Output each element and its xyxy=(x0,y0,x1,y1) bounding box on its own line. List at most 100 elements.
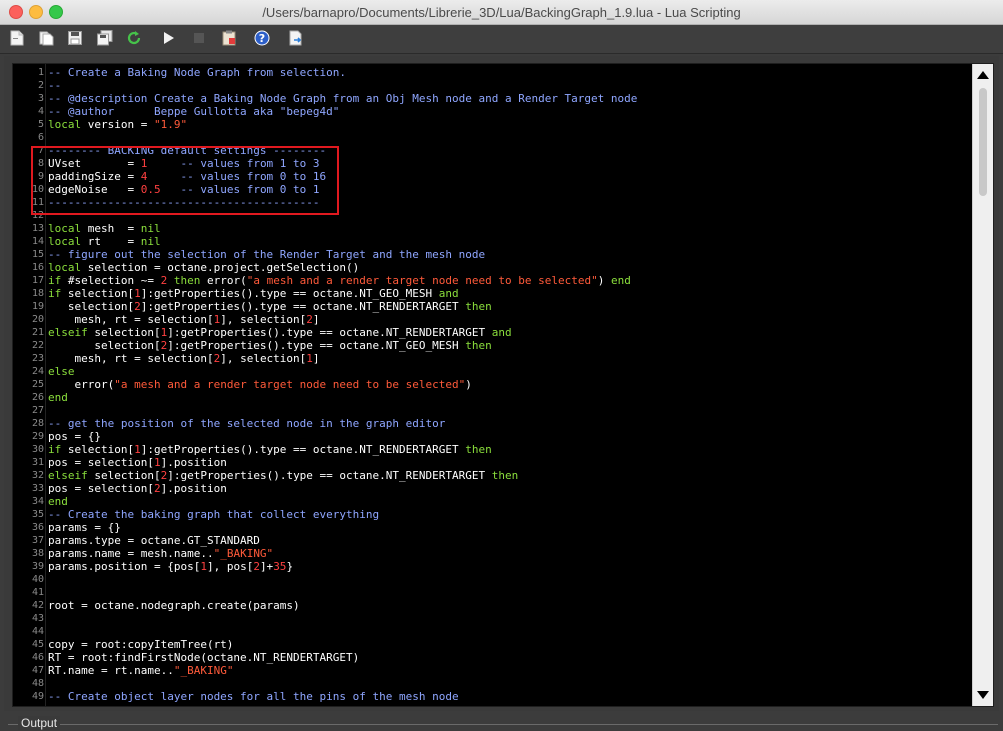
line-number: 26 xyxy=(31,392,44,403)
code-line[interactable]: end xyxy=(48,391,68,404)
line-number: 48 xyxy=(31,678,44,689)
line-number: 46 xyxy=(31,652,44,663)
clipboard-icon xyxy=(222,30,236,46)
line-number: 19 xyxy=(31,301,44,312)
code-editor[interactable]: 1 2 3 4 5 6 7 8 9 10 11 12 13 14 15 16 17 18 19 20 21 22 23 24 2… xyxy=(12,63,994,707)
line-number: 16 xyxy=(31,262,44,273)
line-number: 22 xyxy=(31,340,44,351)
line-number: 23 xyxy=(31,353,44,364)
line-number: 6 xyxy=(37,132,44,143)
code-line[interactable]: end xyxy=(48,495,68,508)
code-line[interactable]: params = {} xyxy=(48,521,121,534)
code-line[interactable]: if #selection ~= 2 then error("a mesh an… xyxy=(48,274,631,287)
line-number: 25 xyxy=(31,379,44,390)
code-line[interactable]: RT = root:findFirstNode(octane.NT_RENDER… xyxy=(48,651,359,664)
code-line[interactable]: local mesh = nil xyxy=(48,222,161,235)
line-number: 47 xyxy=(31,665,44,676)
line-number: 3 xyxy=(37,93,44,104)
line-number: 5 xyxy=(37,119,44,130)
code-line[interactable]: error("a mesh and a render target node n… xyxy=(48,378,471,391)
line-number: 49 xyxy=(31,691,44,702)
reload-icon xyxy=(127,31,141,45)
code-line[interactable]: params.name = mesh.name.."_BAKING" xyxy=(48,547,273,560)
code-line[interactable]: -- Create a Baking Node Graph from selec… xyxy=(48,66,346,79)
line-number: 44 xyxy=(31,626,44,637)
line-number: 18 xyxy=(31,288,44,299)
code-line[interactable]: -- @description Create a Baking Node Gra… xyxy=(48,92,637,105)
stop-button[interactable] xyxy=(190,29,208,47)
line-number: 37 xyxy=(31,535,44,546)
code-line[interactable]: root = octane.nodegraph.create(params) xyxy=(48,599,300,612)
export-icon xyxy=(289,30,302,46)
code-line[interactable]: else xyxy=(48,365,75,378)
scrollbar-thumb[interactable] xyxy=(979,88,987,196)
line-number: 21 xyxy=(31,327,44,338)
line-number: 32 xyxy=(31,470,44,481)
code-line[interactable]: selection[2]:getProperties().type == oct… xyxy=(48,300,492,313)
line-number: 34 xyxy=(31,496,44,507)
scroll-up-arrow-icon[interactable] xyxy=(977,71,989,79)
line-number: 42 xyxy=(31,600,44,611)
code-line[interactable]: -- get the position of the selected node… xyxy=(48,417,445,430)
clipboard-button[interactable] xyxy=(220,29,238,47)
line-number: 15 xyxy=(31,249,44,260)
lua-scripting-window: /Users/barnapro/Documents/Librerie_3D/Lu… xyxy=(0,0,1003,731)
code-line[interactable]: RT.name = rt.name.."_BAKING" xyxy=(48,664,233,677)
output-divider xyxy=(8,724,998,725)
line-number: 4 xyxy=(37,106,44,117)
run-icon xyxy=(164,32,174,44)
open-file-icon xyxy=(39,31,54,46)
line-number: 39 xyxy=(31,561,44,572)
code-line[interactable]: params.position = {pos[1], pos[2]+35} xyxy=(48,560,293,573)
code-line[interactable]: pos = selection[2].position xyxy=(48,482,227,495)
svg-text:?: ? xyxy=(259,32,265,45)
code-line[interactable]: params.type = octane.GT_STANDARD xyxy=(48,534,260,547)
code-line[interactable]: pos = {} xyxy=(48,430,101,443)
line-number: 17 xyxy=(31,275,44,286)
code-line[interactable]: -- Create the baking graph that collect … xyxy=(48,508,379,521)
line-number: 2 xyxy=(37,80,44,91)
line-number: 36 xyxy=(31,522,44,533)
code-line[interactable]: copy = root:copyItemTree(rt) xyxy=(48,638,233,651)
code-line[interactable]: mesh, rt = selection[1], selection[2] xyxy=(48,313,319,326)
export-button[interactable] xyxy=(287,29,305,47)
code-line[interactable]: -- Create object layer nodes for all the… xyxy=(48,690,459,703)
reload-button[interactable] xyxy=(125,29,143,47)
code-line[interactable]: local version = "1.9" xyxy=(48,118,187,131)
help-icon: ? xyxy=(254,30,270,46)
line-number: 31 xyxy=(31,457,44,468)
code-line[interactable]: pos = selection[1].position xyxy=(48,456,227,469)
code-line[interactable]: local rt = nil xyxy=(48,235,161,248)
scroll-down-arrow-icon[interactable] xyxy=(977,691,989,699)
title-bar[interactable]: /Users/barnapro/Documents/Librerie_3D/Lu… xyxy=(0,0,1003,25)
code-line[interactable]: local selection = octane.project.getSele… xyxy=(48,261,359,274)
line-number: 27 xyxy=(31,405,44,416)
open-file-button[interactable] xyxy=(37,29,55,47)
window-title: /Users/barnapro/Documents/Librerie_3D/Lu… xyxy=(262,5,741,20)
new-file-button[interactable] xyxy=(8,29,26,47)
code-line[interactable]: if selection[1]:getProperties().type == … xyxy=(48,443,492,456)
save-all-icon xyxy=(97,30,113,46)
code-line[interactable]: -- figure out the selection of the Rende… xyxy=(48,248,485,261)
line-number: 29 xyxy=(31,431,44,442)
code-line[interactable]: selection[2]:getProperties().type == oct… xyxy=(48,339,491,352)
save-icon xyxy=(68,31,82,45)
settings-highlight-box xyxy=(31,146,339,215)
code-line[interactable]: elseif selection[2]:getProperties().type… xyxy=(48,469,518,482)
stop-icon xyxy=(194,33,204,43)
vertical-scrollbar[interactable] xyxy=(972,64,993,706)
line-number: 45 xyxy=(31,639,44,650)
run-button[interactable] xyxy=(160,29,178,47)
code-line[interactable]: mesh, rt = selection[2], selection[1] xyxy=(48,352,319,365)
code-line[interactable]: -- xyxy=(48,79,61,92)
line-number: 38 xyxy=(31,548,44,559)
code-line[interactable]: elseif selection[1]:getProperties().type… xyxy=(48,326,512,339)
save-all-button[interactable] xyxy=(96,29,114,47)
code-line[interactable]: if selection[1]:getProperties().type == … xyxy=(48,287,459,300)
line-number: 1 xyxy=(37,67,44,78)
code-line[interactable]: -- @author Beppe Gullotta aka "bepeg4d" xyxy=(48,105,339,118)
line-number: 43 xyxy=(31,613,44,624)
save-button[interactable] xyxy=(66,29,84,47)
help-button[interactable]: ? xyxy=(253,29,271,47)
toolbar: ? xyxy=(0,25,1003,54)
